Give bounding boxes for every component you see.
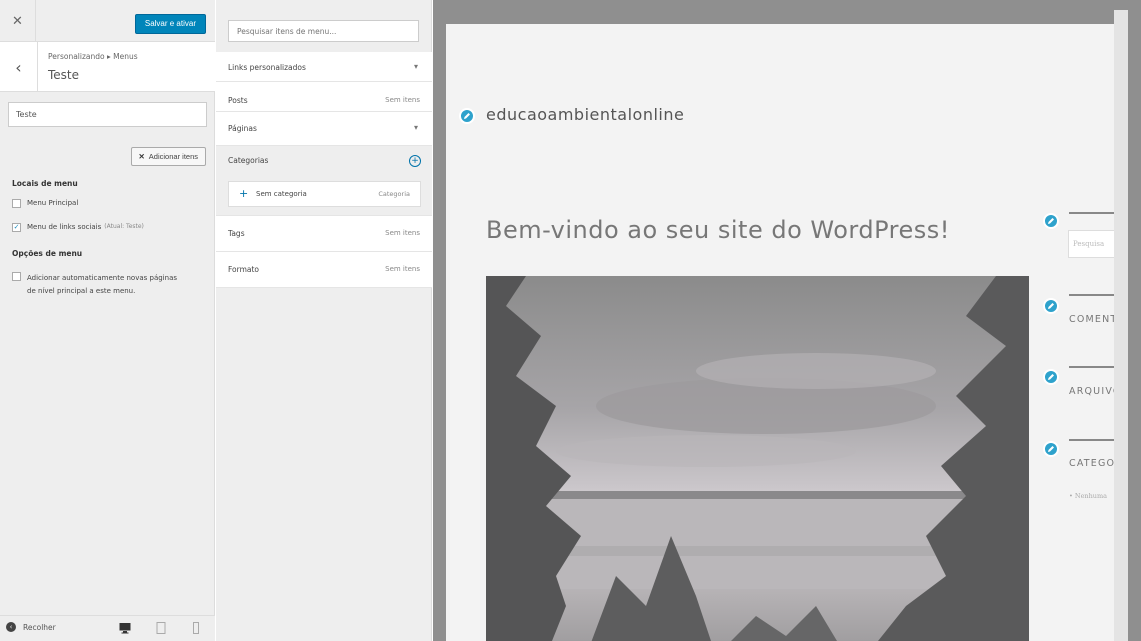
auto-add-label: Adicionar automaticamente novas páginas d…	[27, 272, 177, 298]
close-x-icon: ✕	[138, 152, 145, 161]
edit-pencil-icon[interactable]	[1043, 298, 1059, 314]
menu-options-heading: Opções de menu	[12, 249, 83, 258]
section-title: Categorias	[228, 156, 269, 165]
section-title: Tags	[228, 229, 245, 238]
category-item-type: Categoria	[378, 190, 410, 198]
auto-add-label-line-2: de nível principal a este menu.	[27, 287, 136, 295]
location-label: Menu de links sociais	[27, 223, 102, 231]
add-circle-icon[interactable]: +	[409, 155, 421, 167]
add-items-label: Adicionar itens	[148, 152, 198, 161]
section-format[interactable]: Formato Sem itens	[216, 252, 432, 288]
widget-title-comments: COMENTÁRIOS	[1069, 314, 1114, 325]
edit-pencil-icon[interactable]	[1043, 369, 1059, 385]
widget-divider	[1069, 294, 1114, 296]
save-and-activate-button[interactable]: Salvar e ativar	[134, 14, 206, 34]
mobile-preview-icon[interactable]	[190, 622, 202, 634]
location-label: Menu Principal	[27, 199, 79, 207]
edit-pencil-icon[interactable]	[1043, 441, 1059, 457]
close-customizer-button[interactable]: ✕	[0, 0, 36, 42]
menu-name-input[interactable]	[8, 102, 207, 127]
preview-scrollbar[interactable]	[1114, 10, 1128, 641]
chevron-down-icon: ▾	[413, 123, 418, 132]
menu-locations-heading: Locais de menu	[12, 179, 78, 188]
widget-divider	[1069, 439, 1114, 441]
checkbox-checked[interactable]: ✓	[12, 223, 21, 232]
available-menu-items-panel: Links personalizados ▾ Posts Sem itens P…	[216, 0, 432, 641]
collapse-button[interactable]: ‹ Recolher	[6, 622, 56, 632]
customizer-screen: ✕ Salvar e ativar ‹ Personalizando ▸ Men…	[0, 0, 1141, 641]
section-title: Teste	[48, 68, 80, 82]
desktop-preview-icon[interactable]	[119, 622, 131, 634]
section-title-bar: ‹ Personalizando ▸ Menus Teste	[0, 42, 215, 92]
section-posts[interactable]: Posts Sem itens	[216, 82, 432, 112]
checkbox-unchecked[interactable]	[12, 199, 21, 208]
section-title: Páginas	[228, 124, 257, 133]
site-title[interactable]: educaoambientalonline	[486, 105, 684, 124]
category-item-name: Sem categoria	[256, 190, 307, 198]
location-menu-principal[interactable]: Menu Principal	[12, 199, 78, 208]
section-status: Sem itens	[385, 96, 420, 104]
featured-image	[486, 276, 1029, 641]
collapse-arrow-icon: ‹	[6, 622, 16, 632]
post-title[interactable]: Bem-vindo ao seu site do WordPress!	[486, 216, 950, 244]
back-button[interactable]: ‹	[0, 42, 38, 92]
menu-item-types-list: Links personalizados ▾ Posts Sem itens P…	[216, 52, 432, 288]
location-current-note: (Atual: Teste)	[104, 223, 144, 230]
location-social-links[interactable]: ✓ Menu de links sociais (Atual: Teste)	[12, 223, 144, 232]
menu-items-search-input[interactable]	[228, 20, 419, 42]
tablet-preview-icon[interactable]	[155, 622, 167, 634]
section-title: Formato	[228, 265, 260, 274]
category-item-sem-categoria[interactable]: + Sem categoria Categoria	[228, 181, 421, 207]
site-preview-frame[interactable]: educaoambientalonline Bem-vindo ao seu s…	[433, 0, 1141, 641]
sidebar-search-input[interactable]: Pesquisa	[1068, 230, 1114, 258]
section-title: Posts	[228, 96, 248, 105]
section-categories[interactable]: Categorias + + Sem categoria Categoria	[216, 146, 432, 216]
auto-add-label-line-1: Adicionar automaticamente novas páginas	[27, 274, 178, 282]
widget-divider	[1069, 366, 1114, 368]
edit-pencil-icon[interactable]	[459, 108, 475, 124]
section-title: Links personalizados	[228, 63, 306, 72]
customizer-sidebar: ✕ Salvar e ativar ‹ Personalizando ▸ Men…	[0, 0, 215, 641]
widget-title-archives: ARQUIVOS	[1069, 386, 1114, 397]
widget-divider	[1069, 212, 1114, 214]
section-tags[interactable]: Tags Sem itens	[216, 216, 432, 252]
preview-page: educaoambientalonline Bem-vindo ao seu s…	[446, 24, 1114, 641]
section-pages[interactable]: Páginas ▾	[216, 112, 432, 146]
widget-title-categories: CATEGORIAS	[1069, 458, 1114, 469]
section-status: Sem itens	[385, 229, 420, 237]
section-status: Sem itens	[385, 265, 420, 273]
customizer-footer: ‹ Recolher	[0, 615, 215, 641]
collapse-label: Recolher	[23, 622, 56, 632]
category-list-item[interactable]: • Nenhuma	[1069, 492, 1107, 500]
auto-add-pages-option[interactable]: Adicionar automaticamente novas páginas d…	[12, 272, 177, 298]
section-custom-links[interactable]: Links personalizados ▾	[216, 52, 432, 82]
edit-pencil-icon[interactable]	[1043, 213, 1059, 229]
plus-icon: +	[239, 187, 249, 200]
breadcrumb: Personalizando ▸ Menus	[48, 52, 138, 61]
chevron-down-icon: ▾	[413, 62, 418, 71]
checkbox-unchecked[interactable]	[12, 272, 21, 281]
customizer-header: ✕ Salvar e ativar	[0, 0, 215, 42]
add-items-button[interactable]: ✕ Adicionar itens	[130, 147, 206, 166]
